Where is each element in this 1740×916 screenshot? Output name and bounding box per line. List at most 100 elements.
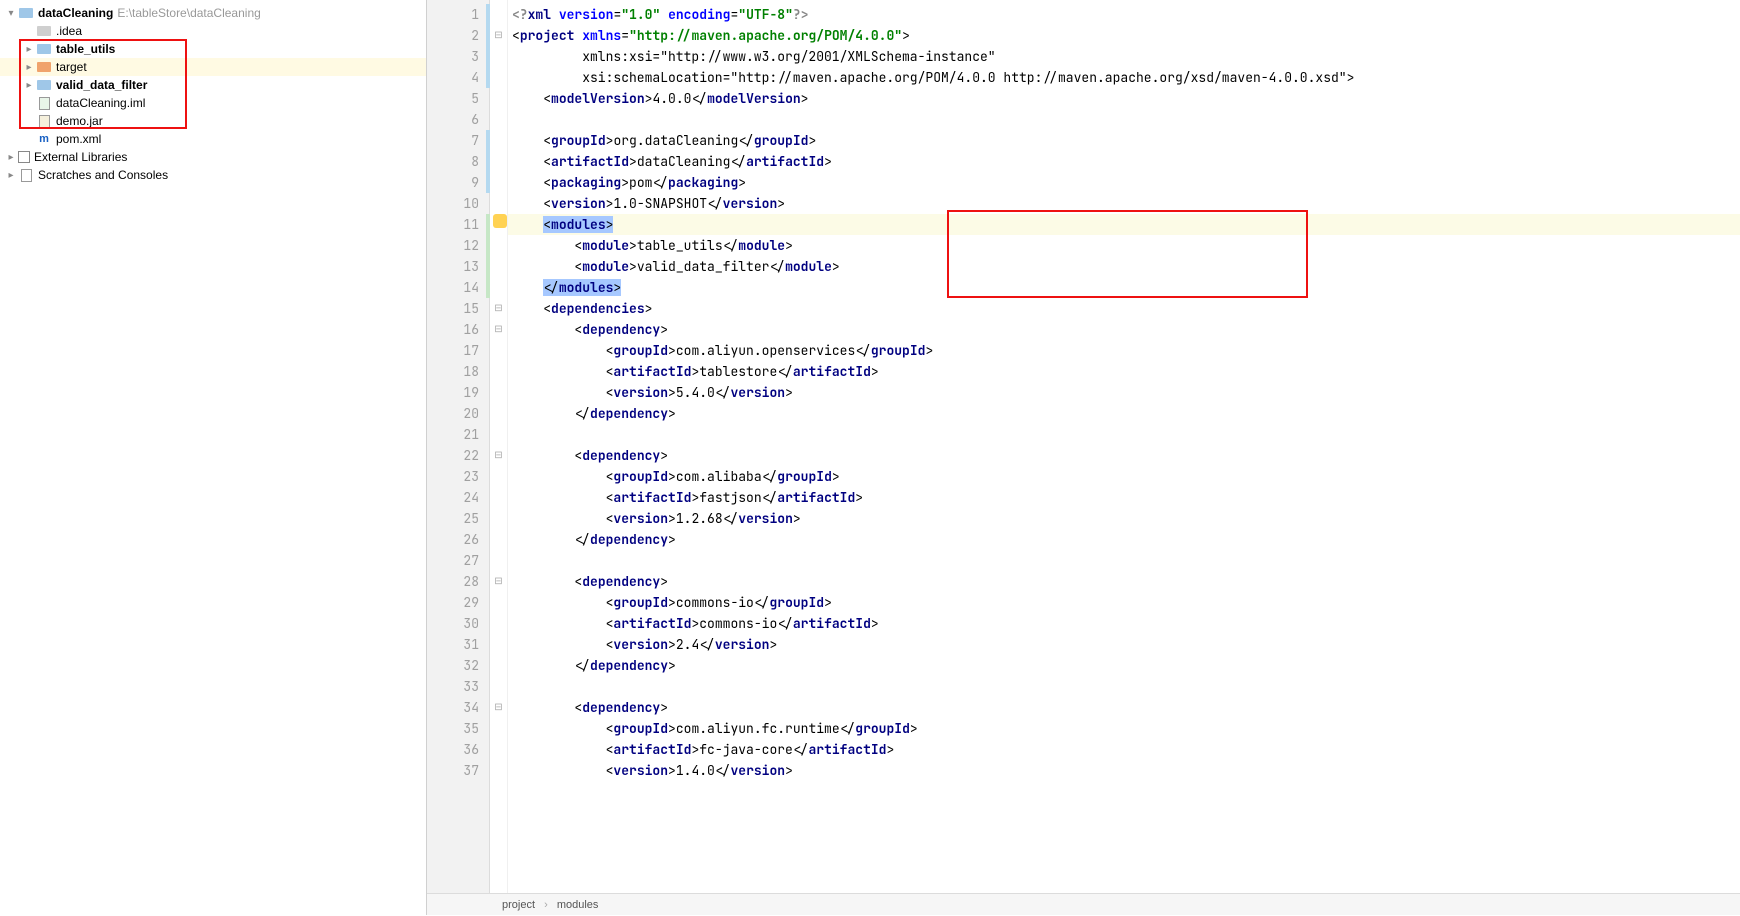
code-line[interactable]: <version>2.4</version>: [508, 634, 1740, 655]
fold-handle[interactable]: [490, 613, 507, 634]
code-line[interactable]: </dependency>: [508, 529, 1740, 550]
fold-handle[interactable]: [490, 424, 507, 445]
code-line[interactable]: <version>1.0-SNAPSHOT</version>: [508, 193, 1740, 214]
fold-handle[interactable]: [490, 466, 507, 487]
fold-handle[interactable]: [490, 46, 507, 67]
line-number[interactable]: 8: [427, 151, 479, 172]
tree-item-demo-jar[interactable]: demo.jar: [0, 112, 426, 130]
fold-handle[interactable]: [490, 718, 507, 739]
line-number[interactable]: 15: [427, 298, 479, 319]
line-number[interactable]: 14: [427, 277, 479, 298]
fold-handle[interactable]: [490, 4, 507, 25]
code-line[interactable]: </dependency>: [508, 655, 1740, 676]
project-tree[interactable]: ▾ dataCleaning E:\tableStore\dataCleanin…: [0, 0, 427, 915]
line-number[interactable]: 17: [427, 340, 479, 361]
line-number[interactable]: 4: [427, 67, 479, 88]
code-line[interactable]: <dependency>: [508, 319, 1740, 340]
line-number[interactable]: 21: [427, 424, 479, 445]
fold-handle[interactable]: [490, 571, 507, 592]
breadcrumb-modules[interactable]: modules: [557, 899, 599, 911]
tree-item-dataCleaning-iml[interactable]: dataCleaning.iml: [0, 94, 426, 112]
code-line[interactable]: <artifactId>dataCleaning</artifactId>: [508, 151, 1740, 172]
fold-handle[interactable]: [490, 487, 507, 508]
fold-handle[interactable]: [490, 172, 507, 193]
fold-handle[interactable]: [490, 256, 507, 277]
code-line[interactable]: <version>5.4.0</version>: [508, 382, 1740, 403]
line-number[interactable]: 7: [427, 130, 479, 151]
code-line[interactable]: <artifactId>fc-java-core</artifactId>: [508, 739, 1740, 760]
code-line[interactable]: <artifactId>commons-io</artifactId>: [508, 613, 1740, 634]
tree-item-pom-xml[interactable]: pom.xml: [0, 130, 426, 148]
line-number[interactable]: 33: [427, 676, 479, 697]
fold-handle[interactable]: [490, 382, 507, 403]
code-line[interactable]: xmlns:xsi="http://www.w3.org/2001/XMLSch…: [508, 46, 1740, 67]
lightbulb-icon[interactable]: [493, 214, 507, 228]
line-number[interactable]: 36: [427, 739, 479, 760]
line-number[interactable]: 24: [427, 487, 479, 508]
code-line[interactable]: <dependency>: [508, 697, 1740, 718]
fold-handle[interactable]: [490, 130, 507, 151]
fold-handle[interactable]: [490, 403, 507, 424]
code-line[interactable]: <artifactId>tablestore</artifactId>: [508, 361, 1740, 382]
fold-handle[interactable]: [490, 25, 507, 46]
fold-handle[interactable]: [490, 298, 507, 319]
line-number[interactable]: 34: [427, 697, 479, 718]
code-line[interactable]: <groupId>com.aliyun.fc.runtime</groupId>: [508, 718, 1740, 739]
code-line[interactable]: <dependency>: [508, 571, 1740, 592]
line-number[interactable]: 27: [427, 550, 479, 571]
fold-handle[interactable]: [490, 235, 507, 256]
fold-handle[interactable]: [490, 319, 507, 340]
line-number[interactable]: 10: [427, 193, 479, 214]
code-line[interactable]: <groupId>commons-io</groupId>: [508, 592, 1740, 613]
breadcrumb-project[interactable]: project: [502, 899, 535, 911]
fold-handle[interactable]: [490, 67, 507, 88]
fold-handle[interactable]: [490, 697, 507, 718]
code-line[interactable]: <modules>: [508, 214, 1740, 235]
code-line[interactable]: xsi:schemaLocation="http://maven.apache.…: [508, 67, 1740, 88]
line-number[interactable]: 11: [427, 214, 479, 235]
code-line[interactable]: <version>1.2.68</version>: [508, 508, 1740, 529]
fold-handle[interactable]: [490, 634, 507, 655]
line-number[interactable]: 29: [427, 592, 479, 613]
code-line[interactable]: [508, 424, 1740, 445]
tree-item-table_utils[interactable]: ▸table_utils: [0, 40, 426, 58]
line-number[interactable]: 30: [427, 613, 479, 634]
line-number[interactable]: 37: [427, 760, 479, 781]
fold-handle[interactable]: [490, 676, 507, 697]
line-number[interactable]: 28: [427, 571, 479, 592]
line-number[interactable]: 23: [427, 466, 479, 487]
line-number[interactable]: 12: [427, 235, 479, 256]
code-line[interactable]: <groupId>com.aliyun.openservices</groupI…: [508, 340, 1740, 361]
code-line[interactable]: [508, 109, 1740, 130]
fold-handle[interactable]: [490, 508, 507, 529]
code-line[interactable]: </dependency>: [508, 403, 1740, 424]
code-area[interactable]: <?xml version="1.0" encoding="UTF-8"?><p…: [508, 0, 1740, 893]
line-number[interactable]: 35: [427, 718, 479, 739]
code-line[interactable]: <groupId>com.alibaba</groupId>: [508, 466, 1740, 487]
tree-item-valid_data_filter[interactable]: ▸valid_data_filter: [0, 76, 426, 94]
line-number[interactable]: 6: [427, 109, 479, 130]
fold-handle[interactable]: [490, 109, 507, 130]
code-line[interactable]: <project xmlns="http://maven.apache.org/…: [508, 25, 1740, 46]
line-number[interactable]: 19: [427, 382, 479, 403]
line-number[interactable]: 32: [427, 655, 479, 676]
fold-handle[interactable]: [490, 151, 507, 172]
tree-item--idea[interactable]: .idea: [0, 22, 426, 40]
code-line[interactable]: [508, 676, 1740, 697]
code-line[interactable]: <groupId>org.dataCleaning</groupId>: [508, 130, 1740, 151]
editor[interactable]: 1m↓2345678910111213141516171819202122232…: [427, 0, 1740, 915]
gutter[interactable]: 1m↓2345678910111213141516171819202122232…: [427, 0, 490, 893]
code-line[interactable]: <dependency>: [508, 445, 1740, 466]
fold-handle[interactable]: [490, 592, 507, 613]
code-line[interactable]: [508, 550, 1740, 571]
code-line[interactable]: <version>1.4.0</version>: [508, 760, 1740, 781]
tree-item-target[interactable]: ▸target: [0, 58, 426, 76]
line-number[interactable]: 31: [427, 634, 479, 655]
line-number[interactable]: 18: [427, 361, 479, 382]
fold-handle[interactable]: [490, 529, 507, 550]
line-number[interactable]: 3: [427, 46, 479, 67]
code-line[interactable]: <?xml version="1.0" encoding="UTF-8"?>: [508, 4, 1740, 25]
external-libraries[interactable]: ▸ External Libraries: [0, 148, 426, 166]
fold-handle[interactable]: [490, 277, 507, 298]
breadcrumb[interactable]: project › modules: [427, 893, 1740, 915]
